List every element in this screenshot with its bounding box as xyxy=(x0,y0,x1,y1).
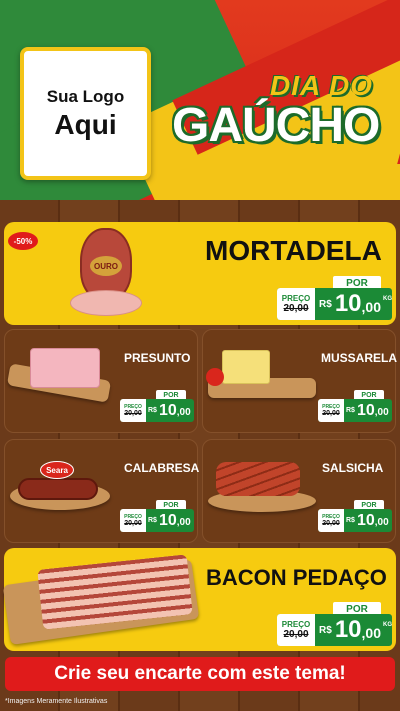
price-dec: ,00 xyxy=(176,407,191,418)
product-name-salsicha: SALSICHA xyxy=(322,461,384,475)
price-unit: KG xyxy=(383,296,392,302)
currency: R$ xyxy=(319,298,332,310)
price-box: PREÇO 20,00 R$ 10 ,00 xyxy=(120,509,194,532)
new-price: R$ 10 ,00 KG xyxy=(315,288,392,320)
price-int: 10 xyxy=(334,290,362,317)
tomato-icon xyxy=(206,368,224,386)
new-price: R$ 10 ,00 KG xyxy=(315,614,392,646)
product-name-mussarela: MUSSARELA xyxy=(321,351,398,365)
price-dec: ,00 xyxy=(374,407,389,418)
price-dec: ,00 xyxy=(374,517,389,528)
new-price: R$ 10 ,00 xyxy=(146,509,191,532)
product-name-mortadela: MORTADELA xyxy=(205,235,382,266)
price-box: PREÇO 20,00 R$ 10 ,00 xyxy=(318,399,392,422)
price-int: 10 xyxy=(356,401,375,419)
currency: R$ xyxy=(346,407,355,414)
price-tag-mussarela: POR PREÇO 20,00 R$ 10 ,00 xyxy=(318,390,392,422)
price-int: 10 xyxy=(334,616,362,643)
price-dec: ,00 xyxy=(176,517,191,528)
old-price-value: 20,00 xyxy=(322,520,340,527)
price-dec: ,00 xyxy=(361,299,381,315)
logo-text-line1: Sua Logo xyxy=(46,86,125,106)
calabresa-image xyxy=(18,478,98,500)
new-price: R$ 10 ,00 xyxy=(344,509,389,532)
preco-label: PREÇO xyxy=(281,294,311,303)
disclaimer-text: *Imagens Meramente Ilustrativas xyxy=(5,698,108,705)
price-int: 10 xyxy=(158,401,177,419)
old-price: PREÇO 20,00 xyxy=(318,509,344,532)
old-price: PREÇO 20,00 xyxy=(277,614,316,646)
price-tag-presunto: POR PREÇO 20,00 R$ 10 ,00 xyxy=(120,390,194,422)
mussarela-image xyxy=(222,350,270,384)
price-int: 10 xyxy=(158,511,177,529)
currency: R$ xyxy=(148,407,157,414)
presunto-image xyxy=(30,348,100,388)
event-title-main: GAÚCHO xyxy=(172,99,380,152)
old-price-value: 20,00 xyxy=(124,410,142,417)
price-tag-calabresa: POR PREÇO 20,00 R$ 10 ,00 xyxy=(120,500,194,532)
mortadela-image: OURO xyxy=(70,228,142,318)
discount-badge: -50% xyxy=(8,232,38,250)
price-box: PREÇO 20,00 R$ 10 ,00 KG xyxy=(277,614,392,646)
old-price: PREÇO 20,00 xyxy=(120,399,146,422)
old-price-value: 20,00 xyxy=(124,520,142,527)
price-int: 10 xyxy=(356,511,375,529)
old-price-value: 20,00 xyxy=(322,410,340,417)
cta-banner[interactable]: Crie seu encarte com este tema! xyxy=(5,657,395,691)
price-unit: KG xyxy=(383,622,392,628)
price-box: PREÇO 20,00 R$ 10 ,00 xyxy=(120,399,194,422)
new-price: R$ 10 ,00 xyxy=(344,399,389,422)
price-box: PREÇO 20,00 R$ 10 ,00 KG xyxy=(277,288,392,320)
header-banner: Sua Logo Aqui DIA DO GAÚCHO xyxy=(0,0,400,200)
price-tag-mortadela: POR PREÇO 20,00 R$ 10 ,00 KG xyxy=(277,276,392,320)
logo-text-line2: Aqui xyxy=(54,108,117,140)
salsicha-image xyxy=(216,462,300,496)
price-dec: ,00 xyxy=(361,625,381,641)
currency: R$ xyxy=(319,624,332,636)
product-name-calabresa: CALABRESA xyxy=(124,461,200,475)
brand-ouro-label: OURO xyxy=(90,256,122,276)
old-price: PREÇO 20,00 xyxy=(277,288,316,320)
price-tag-bacon: POR PREÇO 20,00 R$ 10 ,00 KG xyxy=(277,602,392,646)
event-title: DIA DO GAÚCHO xyxy=(172,70,400,170)
old-price: PREÇO 20,00 xyxy=(318,399,344,422)
old-price: PREÇO 20,00 xyxy=(120,509,146,532)
price-box: PREÇO 20,00 R$ 10 ,00 xyxy=(318,509,392,532)
preco-label: PREÇO xyxy=(281,620,311,629)
brand-seara-logo: Seara xyxy=(40,461,74,479)
old-price-value: 20,00 xyxy=(283,629,309,640)
new-price: R$ 10 ,00 xyxy=(146,399,191,422)
product-name-bacon: BACON PEDAÇO xyxy=(206,565,387,590)
logo-placeholder[interactable]: Sua Logo Aqui xyxy=(20,47,151,180)
price-tag-salsicha: POR PREÇO 20,00 R$ 10 ,00 xyxy=(318,500,392,532)
currency: R$ xyxy=(148,517,157,524)
currency: R$ xyxy=(346,517,355,524)
product-name-presunto: PRESUNTO xyxy=(124,351,191,365)
old-price-value: 20,00 xyxy=(283,303,309,314)
